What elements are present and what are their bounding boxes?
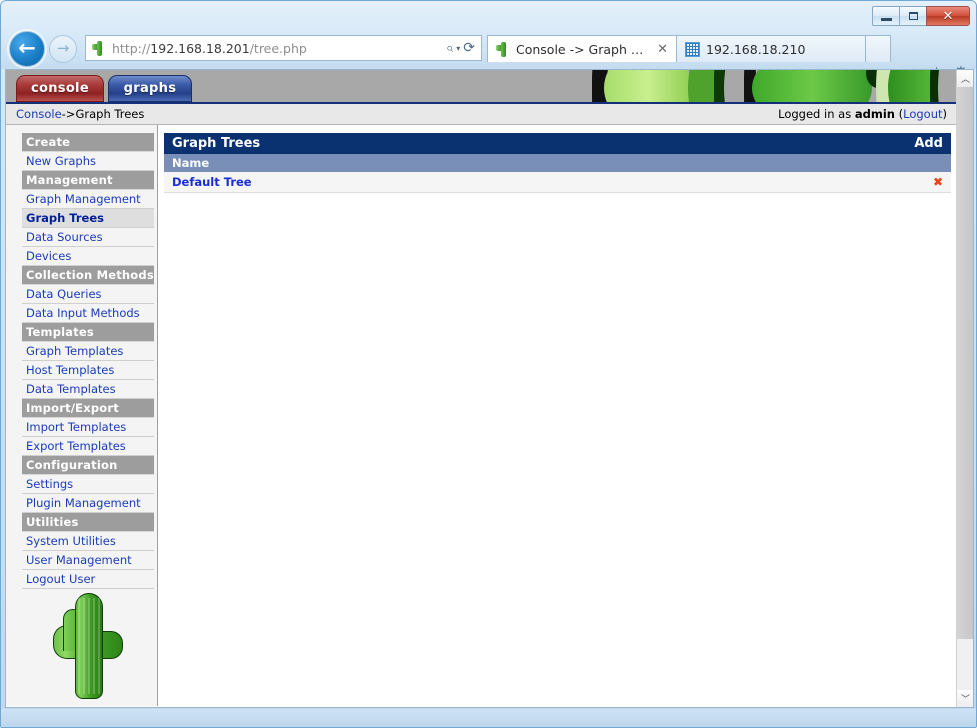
add-button[interactable]: Add	[914, 136, 943, 151]
tab-console[interactable]: console	[16, 75, 104, 102]
scroll-down-button[interactable]: ﹀	[957, 690, 973, 707]
url-path: /tree.php	[249, 40, 307, 56]
sidebar-item-graph-trees[interactable]: Graph Trees	[22, 209, 154, 228]
sidebar-header-collection-methods: Collection Methods	[22, 266, 154, 285]
forward-arrow-icon: →	[56, 39, 70, 57]
minimize-icon	[880, 18, 892, 21]
sidebar-item-data-sources[interactable]: Data Sources	[22, 228, 154, 247]
sidebar-item-host-templates[interactable]: Host Templates	[22, 361, 154, 380]
main-content: Graph Trees Add Name Default Tree ✖	[158, 125, 957, 706]
logged-in-user: admin	[854, 107, 895, 121]
address-bar-tools: ⌕ ▾ ⟳	[446, 40, 477, 56]
panel-header: Graph Trees Add	[164, 133, 951, 154]
browser-tab-active[interactable]: Console -> Graph Tre... ✕	[487, 35, 677, 62]
browser-tab-title: Console -> Graph Tre...	[516, 41, 650, 57]
window-bottom-edge	[1, 709, 976, 727]
paren-close: )	[942, 107, 948, 121]
tree-name-link[interactable]: Default Tree	[172, 175, 252, 189]
sidebar-item-import-templates[interactable]: Import Templates	[22, 418, 154, 437]
refresh-icon[interactable]: ⟳	[463, 40, 475, 56]
sidebar-item-graph-management[interactable]: Graph Management	[22, 190, 154, 209]
cacti-header: console graphs	[6, 70, 957, 104]
address-input[interactable]: http://192.168.18.201/tree.php	[112, 41, 446, 56]
cactus-body	[75, 593, 103, 699]
sidebar-item-devices[interactable]: Devices	[22, 247, 154, 266]
breadcrumb-console-link[interactable]: Console	[16, 107, 62, 121]
browser-tab-inactive[interactable]: 192.168.18.210	[676, 35, 866, 62]
cacti-tabstrip: console graphs	[16, 75, 192, 102]
chevron-down-icon: ﹀	[960, 695, 970, 705]
address-bar[interactable]: http://192.168.18.201/tree.php ⌕ ▾ ⟳	[85, 35, 482, 61]
scrollbar-thumb[interactable]	[957, 87, 973, 639]
paren-open: (	[894, 107, 904, 121]
tab-console-label: console	[31, 81, 89, 96]
page-viewport: console graphs Console -> Graph Trees Lo…	[5, 69, 974, 708]
tab-close-icon[interactable]: ✕	[657, 42, 668, 57]
maximize-icon	[908, 12, 918, 20]
delete-icon[interactable]: ✖	[933, 176, 943, 188]
page-body: Create New Graphs Management Graph Manag…	[6, 125, 957, 706]
forward-button[interactable]: →	[49, 35, 77, 63]
sidebar-item-plugin-management[interactable]: Plugin Management	[22, 494, 154, 513]
browser-tabstrip: Console -> Graph Tre... ✕ 192.168.18.210	[487, 35, 891, 62]
sidebar-item-logout-user[interactable]: Logout User	[22, 570, 154, 589]
maximize-button[interactable]	[899, 6, 927, 26]
back-button[interactable]: ←	[9, 31, 45, 67]
page-title: Graph Trees	[172, 136, 261, 151]
browser-navbar: ← → http://192.168.18.201/tree.php ⌕ ▾ ⟳…	[1, 29, 976, 81]
breadcrumb-bar: Console -> Graph Trees Logged in as admi…	[6, 104, 957, 125]
cacti-page: console graphs Console -> Graph Trees Lo…	[6, 70, 957, 707]
chevron-up-icon: ︿	[960, 75, 970, 85]
close-icon: ✕	[942, 8, 954, 24]
sidebar-item-system-utilities[interactable]: System Utilities	[22, 532, 154, 551]
sidebar: Create New Graphs Management Graph Manag…	[6, 125, 158, 706]
browser-tab-title: 192.168.18.210	[706, 41, 806, 57]
browser-window: ✕ ← → http://192.168.18.201/tree.php ⌕ ▾…	[0, 0, 977, 728]
sidebar-item-graph-templates[interactable]: Graph Templates	[22, 342, 154, 361]
sidebar-menu: Create New Graphs Management Graph Manag…	[22, 133, 154, 589]
chevron-down-icon[interactable]: ▾	[456, 44, 460, 53]
sidebar-header-create: Create	[22, 133, 154, 152]
session-info: Logged in as admin (Logout)	[778, 107, 947, 121]
sidebar-item-user-management[interactable]: User Management	[22, 551, 154, 570]
sidebar-item-data-templates[interactable]: Data Templates	[22, 380, 154, 399]
sidebar-item-data-queries[interactable]: Data Queries	[22, 285, 154, 304]
logged-in-prefix: Logged in as	[778, 107, 855, 121]
tab-favicon-icon	[496, 41, 510, 57]
cactus-logo	[22, 591, 154, 699]
search-icon[interactable]: ⌕	[446, 41, 453, 56]
sidebar-item-new-graphs[interactable]: New Graphs	[22, 152, 154, 171]
sidebar-header-utilities: Utilities	[22, 513, 154, 532]
url-host: 192.168.18.201	[150, 40, 250, 56]
tab-graphs-label: graphs	[123, 81, 177, 96]
breadcrumb-current: Graph Trees	[75, 107, 145, 121]
new-tab-button[interactable]	[865, 35, 891, 62]
site-favicon-icon	[92, 40, 106, 56]
tab-favicon-icon	[685, 41, 700, 57]
scroll-up-button[interactable]: ︿	[957, 70, 973, 87]
sidebar-header-templates: Templates	[22, 323, 154, 342]
sidebar-item-export-templates[interactable]: Export Templates	[22, 437, 154, 456]
table-row[interactable]: Default Tree ✖	[164, 172, 951, 193]
tab-graphs[interactable]: graphs	[107, 75, 192, 102]
page-scrollbar[interactable]: ︿ ﹀	[956, 70, 973, 707]
sidebar-item-settings[interactable]: Settings	[22, 475, 154, 494]
logout-link[interactable]: Logout	[903, 107, 942, 121]
graph-trees-panel: Graph Trees Add Name Default Tree ✖	[164, 133, 951, 193]
sidebar-header-import-export: Import/Export	[22, 399, 154, 418]
minimize-button[interactable]	[872, 6, 900, 26]
sidebar-item-data-input-methods[interactable]: Data Input Methods	[22, 304, 154, 323]
column-header-name: Name	[172, 156, 210, 170]
breadcrumb-separator: ->	[61, 107, 76, 121]
sidebar-header-configuration: Configuration	[22, 456, 154, 475]
sidebar-header-management: Management	[22, 171, 154, 190]
close-button[interactable]: ✕	[926, 6, 970, 26]
window-caption-buttons: ✕	[872, 6, 970, 26]
table-column-header: Name	[164, 154, 951, 172]
cactus-icon	[49, 591, 127, 699]
cacti-banner-image	[554, 70, 957, 102]
back-arrow-icon: ←	[18, 35, 36, 60]
url-protocol: http://	[112, 40, 151, 56]
